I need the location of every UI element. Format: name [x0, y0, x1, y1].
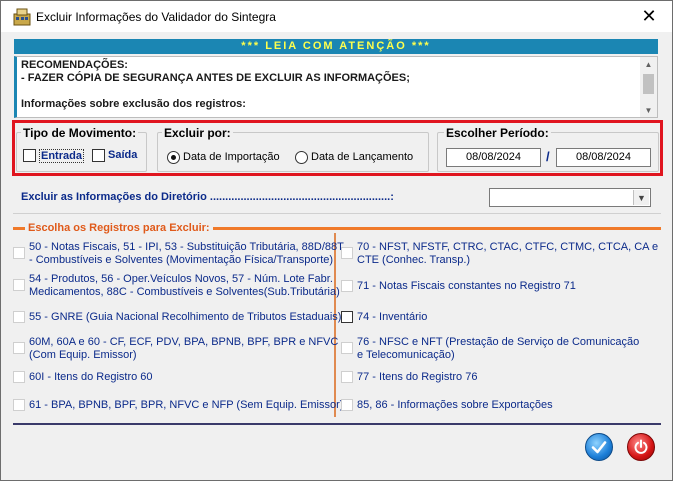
memo-line: Informações sobre exclusão dos registros…: [21, 98, 246, 110]
registro-70-label: 70 - NFST, NFSTF, CTRC, CTAC, CTFC, CTMC…: [357, 241, 659, 253]
registro-74-checkbox[interactable]: [341, 311, 353, 323]
registro-85-checkbox[interactable]: [341, 399, 353, 411]
diretorio-label: Excluir as Informações do Diretório ....…: [21, 191, 394, 203]
dialog-window: Excluir Informações do Validador do Sint…: [0, 0, 673, 481]
registro-76-label: 76 - NFSC e NFT (Prestação de Serviço de…: [357, 336, 640, 348]
highlight-frame: [12, 120, 663, 176]
registro-55-label: 55 - GNRE (Guia Nacional Recolhimento de…: [29, 311, 342, 323]
memo-line: [21, 85, 637, 98]
window-title: Excluir Informações do Validador do Sint…: [36, 10, 276, 24]
registro-54-label: 54 - Produtos, 56 - Oper.Veículos Novos,…: [29, 273, 333, 285]
scroll-up-icon[interactable]: ▲: [640, 57, 657, 71]
registros-title: Escolha os Registros para Excluir:: [25, 222, 213, 234]
registro-60-label: 60M, 60A e 60 - CF, ECF, PDV, BPA, BPNB,…: [29, 336, 339, 348]
registro-60i-checkbox[interactable]: [13, 371, 25, 383]
diretorio-combobox[interactable]: ▼: [489, 188, 651, 207]
memo-line: RECOMENDAÇÕES:: [21, 59, 128, 71]
registro-61-label: 61 - BPA, BPNB, BPF, BPR, NFVC e NFP (Se…: [29, 399, 344, 411]
warning-banner: *** LEIA COM ATENÇÃO ***: [14, 39, 658, 54]
registro-70-checkbox[interactable]: [341, 247, 353, 259]
registro-54-checkbox[interactable]: [13, 279, 25, 291]
registro-76-checkbox[interactable]: [341, 342, 353, 354]
close-button[interactable]: ✕: [626, 1, 672, 32]
registro-76-label-2: e Telecomunicação): [357, 349, 455, 361]
registro-50-checkbox[interactable]: [13, 247, 25, 259]
registro-71-label: 71 - Notas Fiscais constantes no Registr…: [357, 280, 576, 292]
checkmark-icon: [591, 441, 607, 454]
scroll-thumb[interactable]: [643, 74, 654, 94]
registro-60i-label: 60I - Itens do Registro 60: [29, 371, 153, 383]
registro-74-label: 74 - Inventário: [357, 311, 428, 323]
registro-50-label-2: - Combustíveis e Solventes (Movimentação…: [29, 254, 334, 266]
registro-70-label-2: CTE (Conhec. Transp.): [357, 254, 471, 266]
exit-button[interactable]: [627, 433, 655, 461]
chevron-down-icon[interactable]: ▼: [633, 190, 649, 205]
title-bar: Excluir Informações do Validador do Sint…: [1, 1, 672, 32]
app-icon: [13, 8, 31, 26]
registro-77-label: 77 - Itens do Registro 76: [357, 371, 478, 383]
registro-55-checkbox[interactable]: [13, 311, 25, 323]
registro-71-checkbox[interactable]: [341, 280, 353, 292]
recommendations-memo[interactable]: RECOMENDAÇÕES: - FAZER CÓPIA DE SEGURANÇ…: [14, 56, 658, 118]
registro-85-label: 85, 86 - Informações sobre Exportações: [357, 399, 553, 411]
registro-77-checkbox[interactable]: [341, 371, 353, 383]
memo-line: - FAZER CÓPIA DE SEGURANÇA ANTES DE EXCL…: [21, 72, 410, 84]
divider: [13, 213, 661, 214]
bottom-divider: [13, 423, 661, 425]
registro-60-label-2: (Com Equip. Emissor): [29, 349, 137, 361]
power-icon: [634, 439, 648, 454]
registro-50-label: 50 - Notas Fiscais, 51 - IPI, 53 - Subst…: [29, 241, 344, 253]
registro-61-checkbox[interactable]: [13, 399, 25, 411]
confirm-button[interactable]: [585, 433, 613, 461]
registro-60-checkbox[interactable]: [13, 342, 25, 354]
registro-54-label-2: Medicamentos, 88C - Combustíveis e Solve…: [29, 286, 340, 298]
scroll-down-icon[interactable]: ▼: [640, 103, 657, 117]
close-icon: ✕: [641, 6, 657, 26]
memo-scrollbar[interactable]: ▲ ▼: [640, 57, 657, 117]
